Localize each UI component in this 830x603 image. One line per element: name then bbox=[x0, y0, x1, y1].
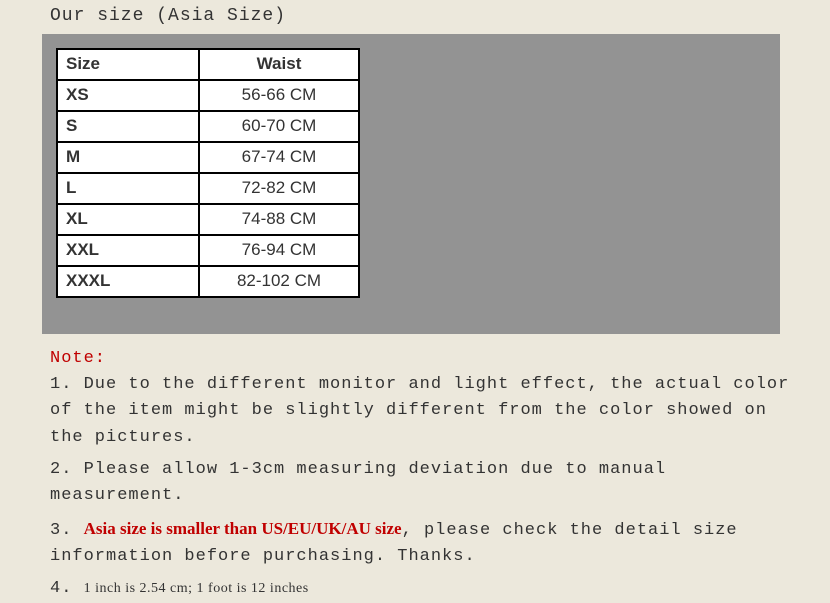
table-row: XS 56-66 CM bbox=[57, 80, 359, 111]
cell-size: S bbox=[57, 111, 199, 142]
notes-section: Note: 1. Due to the different monitor an… bbox=[0, 334, 830, 603]
note-3-prefix: 3. bbox=[50, 521, 84, 540]
size-panel: Size Waist XS 56-66 CM S 60-70 CM M 67-7… bbox=[42, 34, 780, 334]
header-waist: Waist bbox=[199, 49, 359, 80]
cell-size: XXL bbox=[57, 235, 199, 266]
cell-size: M bbox=[57, 142, 199, 173]
header-size: Size bbox=[57, 49, 199, 80]
table-row: XL 74-88 CM bbox=[57, 204, 359, 235]
cell-waist: 82-102 CM bbox=[199, 266, 359, 297]
note-4-prefix: 4. bbox=[50, 579, 84, 598]
table-row: L 72-82 CM bbox=[57, 173, 359, 204]
size-table: Size Waist XS 56-66 CM S 60-70 CM M 67-7… bbox=[56, 48, 360, 298]
note-4-text: 1 inch is 2.54 cm; 1 foot is 12 inches bbox=[84, 581, 309, 596]
note-3: 3. Asia size is smaller than US/EU/UK/AU… bbox=[50, 516, 790, 571]
cell-waist: 67-74 CM bbox=[199, 142, 359, 173]
note-3-warning: Asia size is smaller than US/EU/UK/AU si… bbox=[84, 519, 402, 538]
note-1: 1. Due to the different monitor and ligh… bbox=[50, 372, 790, 451]
table-row: S 60-70 CM bbox=[57, 111, 359, 142]
table-row: XXL 76-94 CM bbox=[57, 235, 359, 266]
cell-size: L bbox=[57, 173, 199, 204]
table-header-row: Size Waist bbox=[57, 49, 359, 80]
cell-waist: 72-82 CM bbox=[199, 173, 359, 204]
table-row: M 67-74 CM bbox=[57, 142, 359, 173]
table-row: XXXL 82-102 CM bbox=[57, 266, 359, 297]
cell-size: XS bbox=[57, 80, 199, 111]
page-title: Our size (Asia Size) bbox=[0, 0, 830, 34]
cell-size: XL bbox=[57, 204, 199, 235]
cell-waist: 74-88 CM bbox=[199, 204, 359, 235]
note-label: Note: bbox=[50, 346, 790, 372]
cell-waist: 76-94 CM bbox=[199, 235, 359, 266]
cell-waist: 60-70 CM bbox=[199, 111, 359, 142]
note-4: 4. 1 inch is 2.54 cm; 1 foot is 12 inche… bbox=[50, 576, 790, 602]
cell-waist: 56-66 CM bbox=[199, 80, 359, 111]
note-2: 2. Please allow 1-3cm measuring deviatio… bbox=[50, 457, 790, 510]
cell-size: XXXL bbox=[57, 266, 199, 297]
